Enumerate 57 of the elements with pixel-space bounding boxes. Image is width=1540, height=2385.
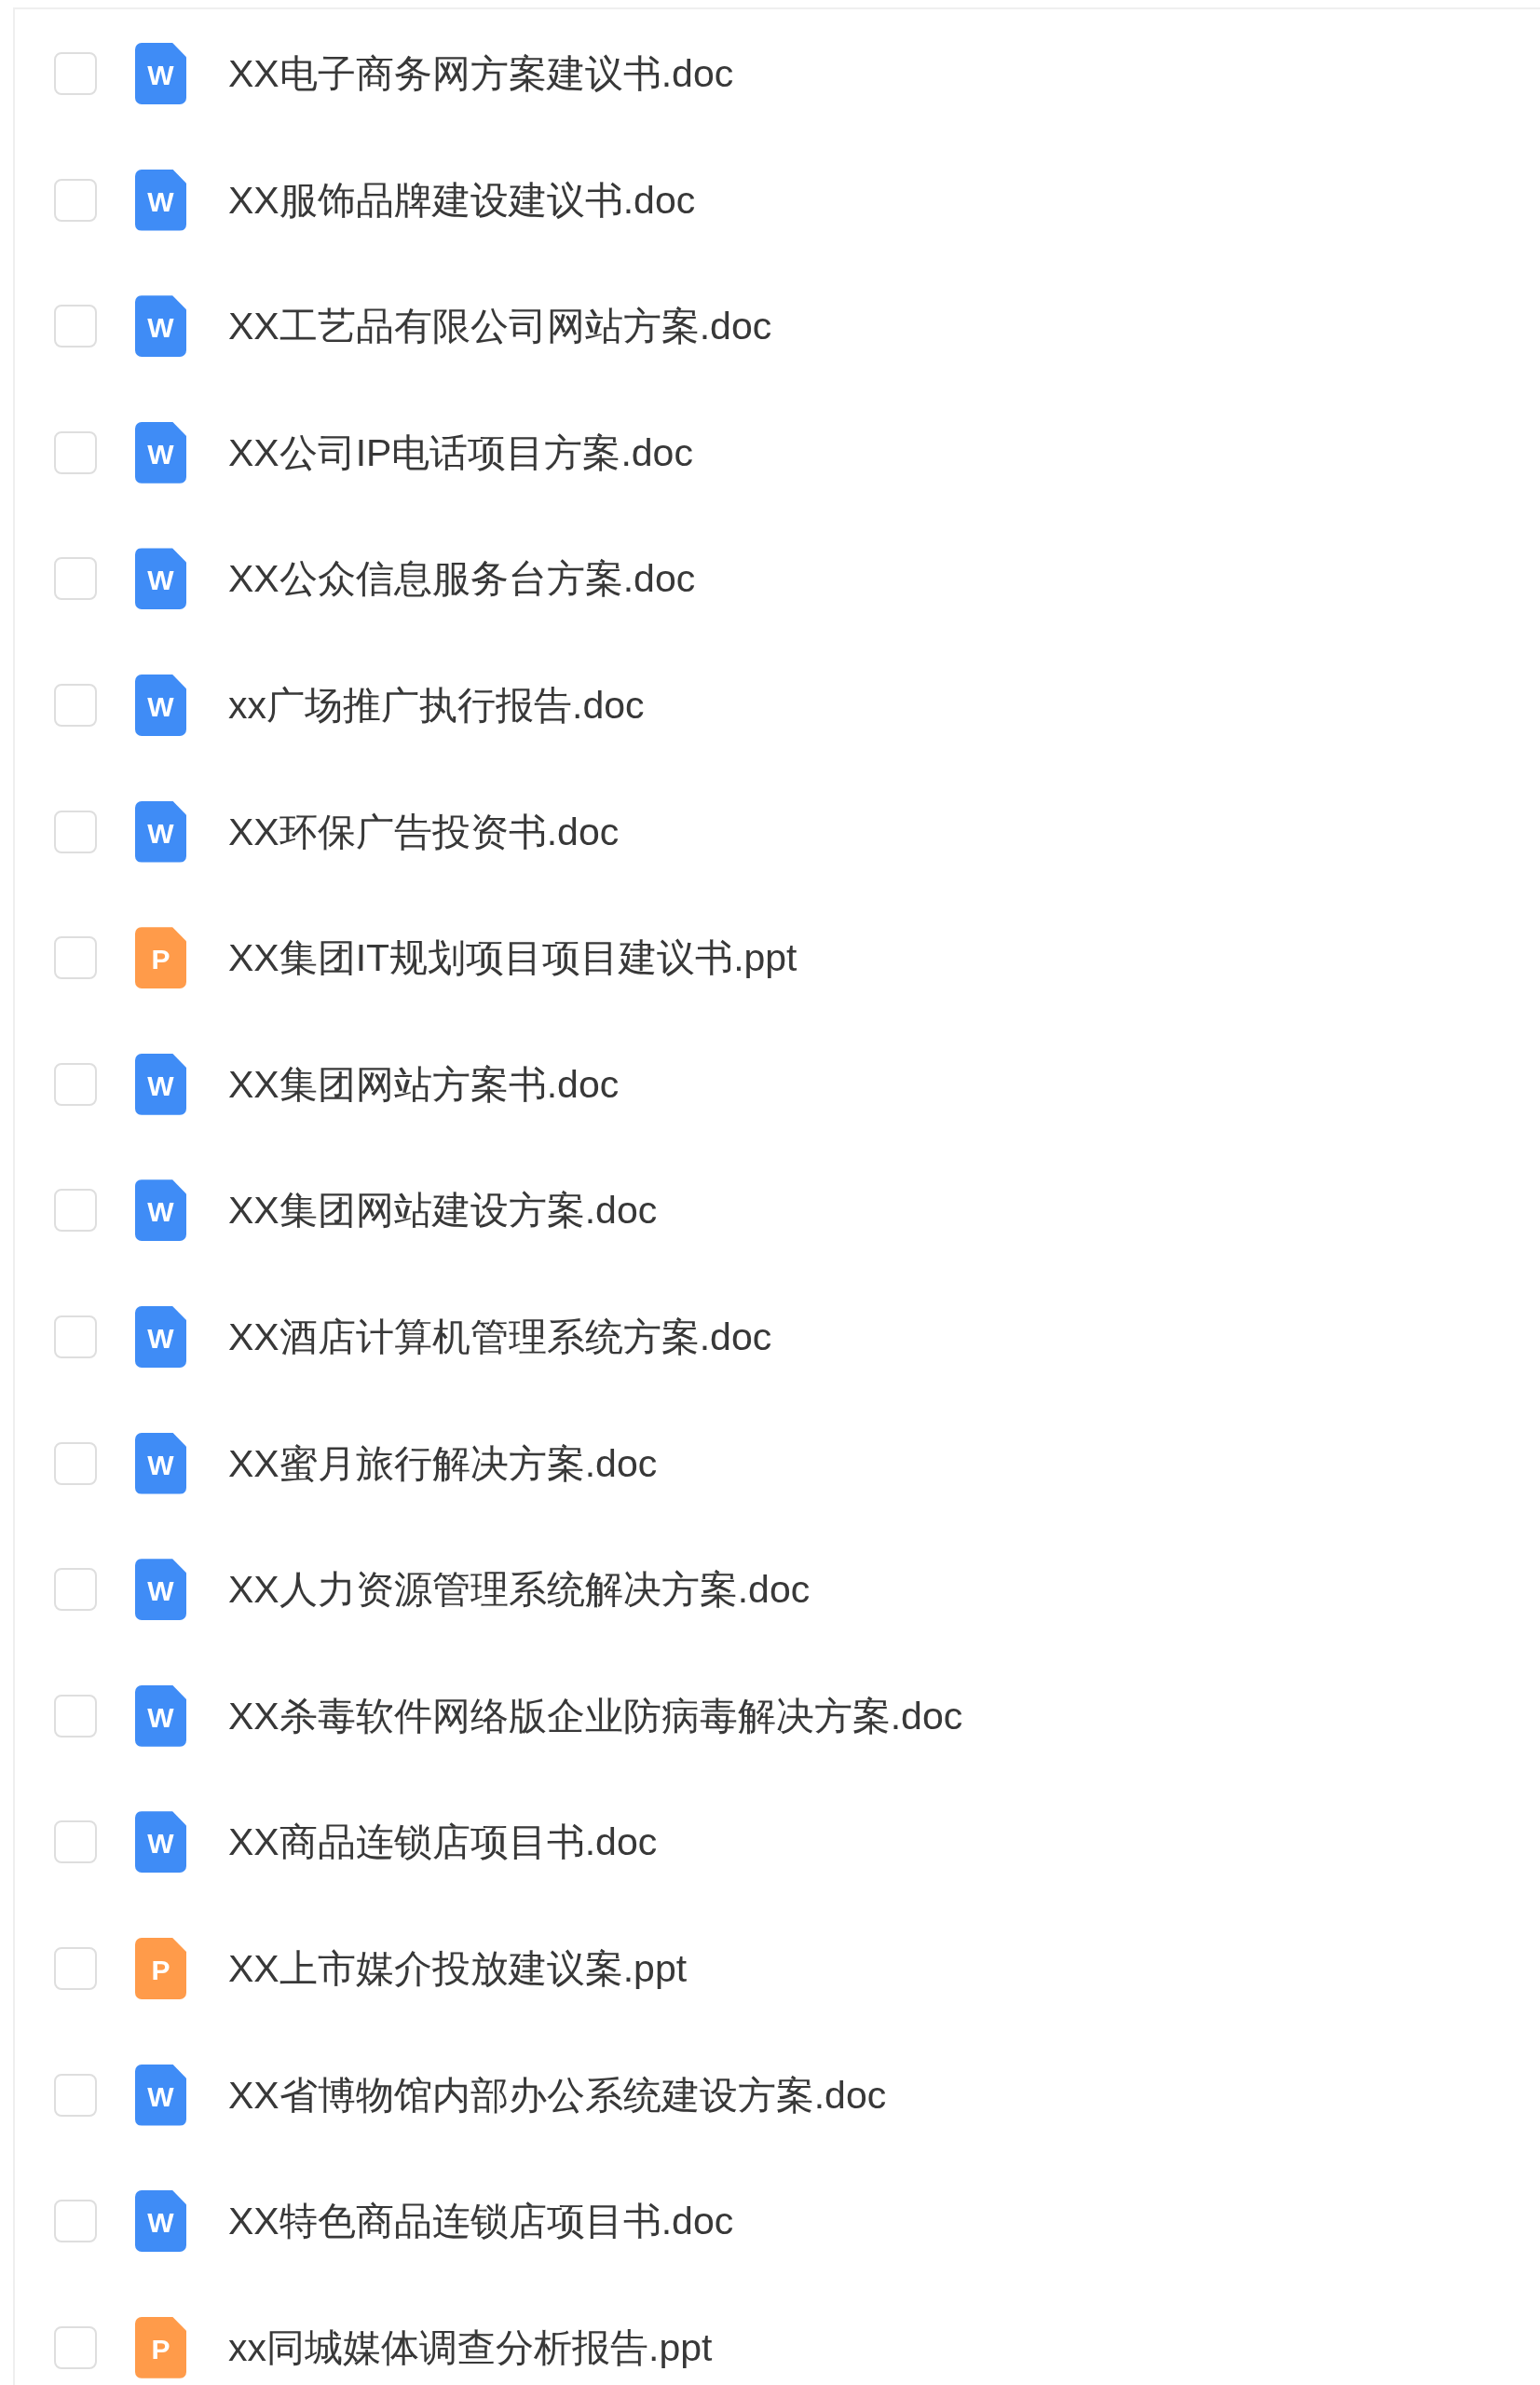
file-name: XX上市媒介投放建议案.ppt [228, 1945, 688, 1992]
file-name: XX公司IP电话项目方案.doc [228, 429, 693, 476]
file-name: XX集团网站方案书.doc [228, 1061, 620, 1108]
file-name: XX蜜月旅行解决方案.doc [228, 1440, 658, 1487]
checkbox[interactable] [54, 1820, 97, 1864]
checkbox[interactable] [54, 305, 97, 348]
file-name: XX特色商品连锁店项目书.doc [228, 2199, 734, 2245]
document-file-icon: W [135, 43, 186, 104]
document-file-icon: W [135, 295, 186, 358]
document-file-icon: W [135, 674, 186, 736]
checkbox[interactable] [54, 2325, 97, 2369]
checkbox[interactable] [54, 1568, 97, 1612]
checkbox[interactable] [54, 557, 97, 601]
checkbox[interactable] [54, 178, 97, 222]
document-file-icon: W [135, 169, 186, 231]
file-name: XX服饰品牌建设建议书.doc [228, 177, 696, 224]
checkbox[interactable] [54, 1315, 97, 1358]
checkbox[interactable] [54, 1062, 97, 1106]
document-file-icon: W [135, 2064, 186, 2126]
presentation-file-icon: P [135, 1937, 186, 1999]
file-name: XX环保广告投资书.doc [228, 809, 620, 855]
file-name: XX商品连锁店项目书.doc [228, 1819, 658, 1866]
checkbox[interactable] [54, 1441, 97, 1485]
checkbox[interactable] [54, 2200, 97, 2243]
document-file-icon: W [135, 1811, 186, 1874]
checkbox[interactable] [54, 683, 97, 727]
checkbox[interactable] [54, 430, 97, 474]
checkbox[interactable] [54, 810, 97, 853]
file-name: XX公众信息服务台方案.doc [228, 556, 696, 603]
checkbox[interactable] [54, 1189, 97, 1233]
document-file-icon: W [135, 800, 186, 863]
document-file-icon: W [135, 1432, 186, 1494]
checkbox[interactable] [54, 1946, 97, 1990]
file-name: XX省博物馆内部办公系统建设方案.doc [228, 2072, 887, 2119]
document-file-icon: W [135, 1684, 186, 1747]
document-file-icon: W [135, 1179, 186, 1242]
file-name: XX工艺品有限公司网站方案.doc [228, 304, 772, 350]
document-file-icon: W [135, 1053, 186, 1115]
file-name: XX电子商务网方案建议书.doc [228, 51, 734, 97]
document-file-icon: W [135, 2190, 186, 2253]
file-name: XX集团网站建设方案.doc [228, 1188, 658, 1234]
checkbox[interactable] [54, 2073, 97, 2117]
presentation-file-icon: P [135, 927, 186, 989]
file-name: XX人力资源管理系统解决方案.doc [228, 1567, 811, 1614]
document-file-icon: W [135, 421, 186, 484]
file-name: XX酒店计算机管理系统方案.doc [228, 1314, 772, 1360]
document-file-icon: W [135, 1559, 186, 1621]
document-file-icon: W [135, 1305, 186, 1368]
file-name: xx广场推广执行报告.doc [228, 682, 645, 729]
checkbox[interactable] [54, 52, 97, 95]
file-name: XX集团IT规划项目项目建议书.ppt [228, 935, 797, 982]
file-name: XX杀毒软件网络版企业防病毒解决方案.doc [228, 1693, 963, 1739]
document-file-icon: W [135, 548, 186, 610]
checkbox[interactable] [54, 936, 97, 980]
file-name: xx同城媒体调查分析报告.ppt [228, 2324, 713, 2371]
presentation-file-icon: P [135, 2316, 186, 2378]
checkbox[interactable] [54, 1694, 97, 1738]
